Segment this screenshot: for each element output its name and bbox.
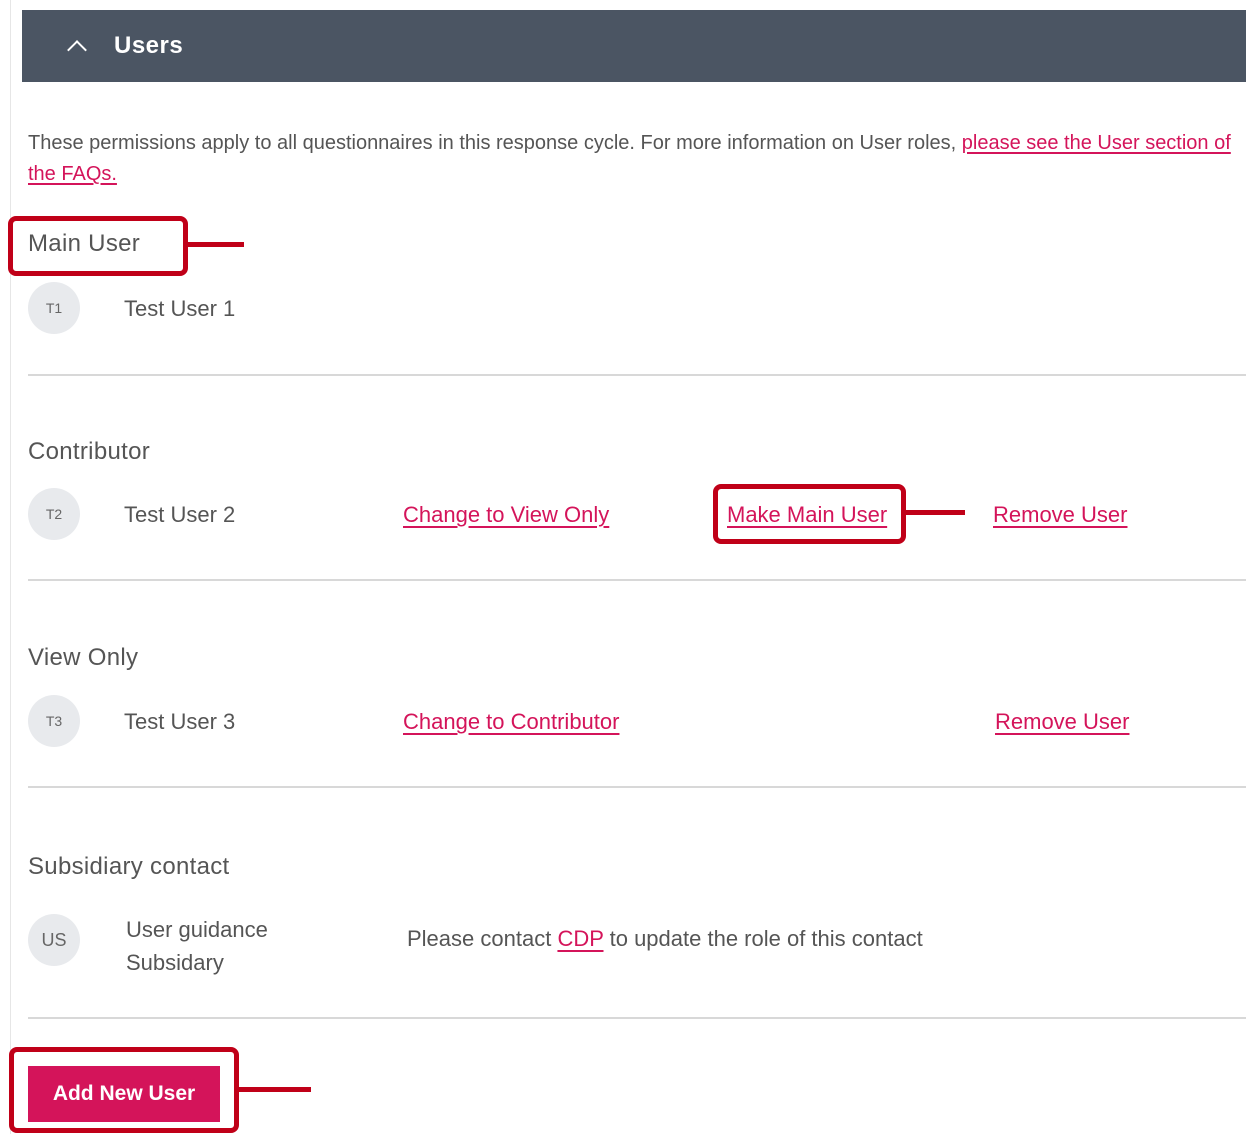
avatar: T3 bbox=[28, 695, 80, 747]
section-divider bbox=[28, 374, 1246, 376]
subsidiary-contact-title: Subsidiary contact bbox=[28, 853, 230, 880]
user-name: Test User 3 bbox=[124, 709, 236, 734]
subsidiary-user-name: User guidance Subsidary bbox=[126, 913, 268, 979]
intro-body: These permissions apply to all questionn… bbox=[28, 132, 962, 154]
intro-text: These permissions apply to all questionn… bbox=[28, 128, 1248, 190]
contributor-title: Contributor bbox=[28, 438, 151, 465]
callout-box-main-user bbox=[8, 216, 188, 276]
section-divider bbox=[28, 579, 1246, 581]
callout-pointer bbox=[906, 510, 965, 515]
user-name: Test User 1 bbox=[124, 296, 236, 321]
change-to-view-only-link[interactable]: Change to View Only bbox=[403, 502, 609, 528]
change-to-contributor-link[interactable]: Change to Contributor bbox=[403, 709, 619, 735]
callout-box-add-new-user bbox=[9, 1047, 239, 1133]
left-border bbox=[10, 0, 11, 1134]
avatar: T1 bbox=[28, 282, 80, 334]
users-header[interactable]: Users bbox=[22, 10, 1246, 82]
header-title: Users bbox=[114, 32, 184, 59]
avatar: US bbox=[28, 914, 80, 966]
contact-note-prefix: Please contact bbox=[407, 926, 558, 951]
user-name: Test User 2 bbox=[124, 502, 236, 527]
section-divider bbox=[28, 786, 1246, 788]
view-only-title: View Only bbox=[28, 644, 139, 671]
remove-user-link[interactable]: Remove User bbox=[993, 502, 1127, 528]
contact-note: Please contact CDP to update the role of… bbox=[407, 926, 923, 952]
callout-box-make-main-user bbox=[713, 484, 906, 544]
user-name-line: Subsidary bbox=[126, 950, 224, 975]
remove-user-link[interactable]: Remove User bbox=[995, 709, 1129, 735]
avatar: T2 bbox=[28, 488, 80, 540]
callout-pointer bbox=[188, 242, 244, 247]
contact-note-suffix: to update the role of this contact bbox=[603, 926, 923, 951]
cdp-link[interactable]: CDP bbox=[557, 926, 603, 951]
user-name-line: User guidance bbox=[126, 917, 268, 942]
callout-pointer bbox=[239, 1087, 311, 1092]
section-divider bbox=[28, 1017, 1246, 1019]
users-panel: Users These permissions apply to all que… bbox=[0, 0, 1253, 1134]
chevron-up-icon[interactable] bbox=[67, 40, 87, 60]
